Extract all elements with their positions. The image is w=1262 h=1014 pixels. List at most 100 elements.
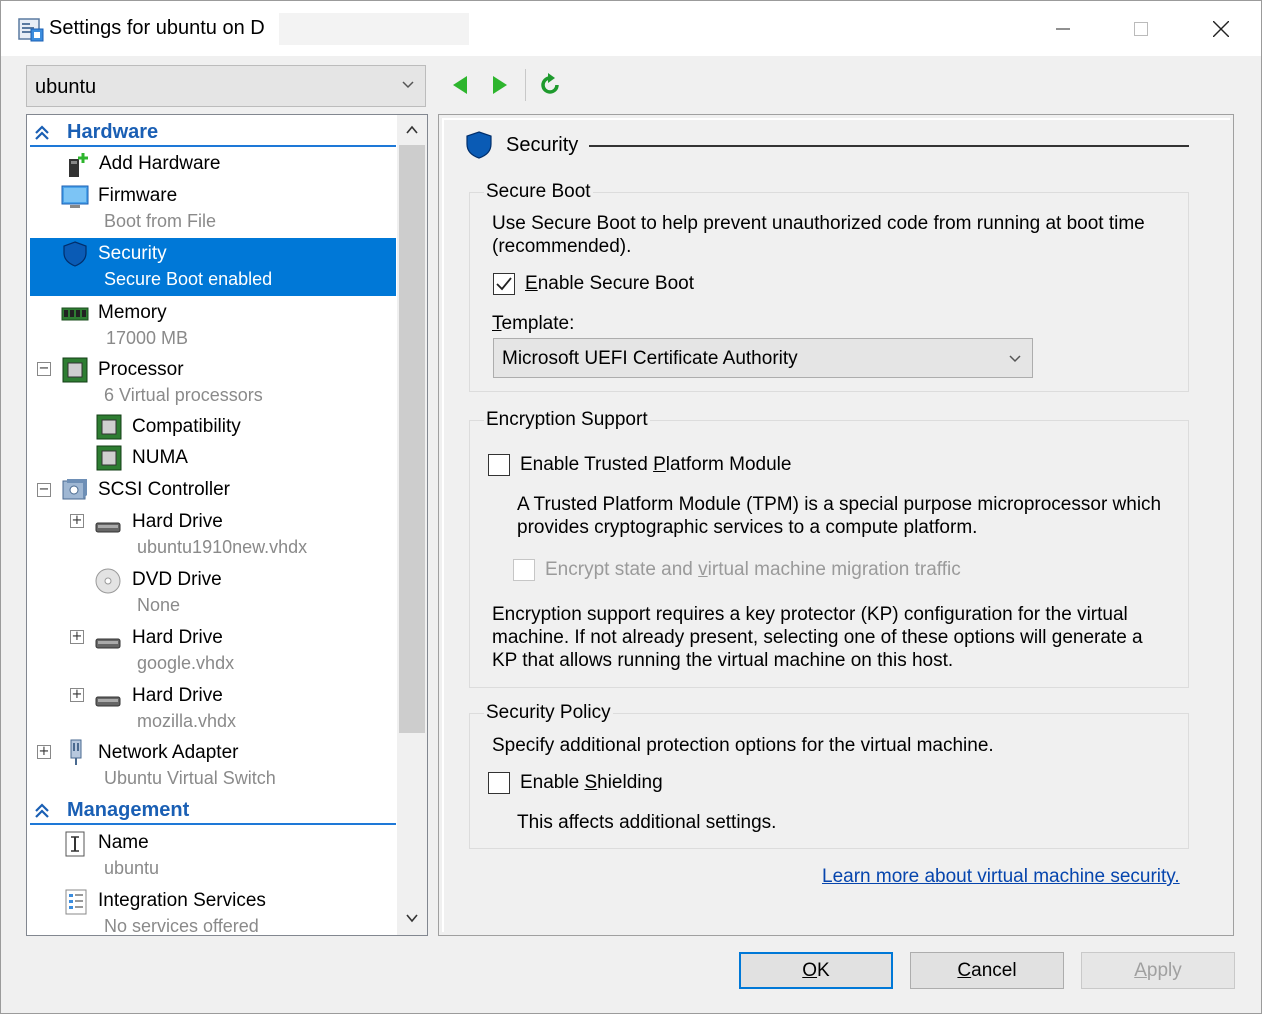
enable-shielding-label[interactable]: Enable Shielding [520, 771, 663, 794]
processor-icon [96, 414, 122, 440]
vm-selector-dropdown[interactable]: ubuntu [26, 65, 426, 107]
hard-drive-icon [95, 522, 121, 533]
kp-description-line1: Encryption support requires a key protec… [492, 604, 1128, 625]
tree-scrollbar[interactable] [397, 115, 427, 935]
expand-expander[interactable]: + [70, 688, 84, 702]
hardware-header-label: Hardware [67, 121, 159, 143]
tree-item-label: SCSI Controller [98, 479, 230, 500]
tree-item-sublabel: Secure Boot enabled [104, 269, 273, 289]
enable-secure-boot-label[interactable]: Enable Secure Boot [525, 272, 694, 295]
security-policy-description: Specify additional protection options fo… [492, 735, 994, 756]
tree-item-label: Add Hardware [99, 153, 221, 174]
panel-title: Security [506, 134, 579, 156]
name-field-icon [65, 831, 85, 857]
processor-icon [62, 357, 88, 383]
close-button[interactable] [1181, 1, 1261, 56]
settings-app-icon [18, 18, 44, 42]
tree-item-label: DVD Drive [132, 569, 222, 590]
tree-item-hard-drive-3[interactable]: + Hard Drive mozilla.vhdx [30, 681, 396, 735]
maximize-icon [1134, 21, 1148, 36]
kp-description-line3: KP that allows running the virtual machi… [492, 650, 954, 671]
collapse-expander[interactable]: − [37, 483, 51, 497]
group-title: Encryption Support [484, 409, 650, 431]
refresh-icon[interactable] [537, 71, 563, 99]
group-title: Secure Boot [484, 181, 593, 203]
tree-item-add-hardware[interactable]: Add Hardware [30, 149, 396, 179]
tree-item-numa[interactable]: NUMA [30, 444, 396, 474]
expand-expander[interactable]: + [37, 745, 51, 759]
shielding-note: This affects additional settings. [517, 812, 777, 833]
learn-more-security-link[interactable]: Learn more about virtual machine securit… [822, 866, 1180, 888]
tree-item-memory[interactable]: Memory 17000 MB [30, 298, 396, 352]
tree-item-sublabel: mozilla.vhdx [137, 711, 237, 731]
add-hardware-icon [69, 153, 88, 177]
tree-item-name[interactable]: Name ubuntu [30, 828, 396, 882]
vm-selector-value: ubuntu [35, 76, 97, 98]
tree-item-integration-services[interactable]: Integration Services No services offered [30, 886, 396, 935]
hard-drive-icon [95, 696, 121, 707]
tree-item-processor[interactable]: − Processor 6 Virtual processors [30, 355, 396, 409]
previous-icon[interactable] [447, 71, 473, 99]
enable-tpm-label[interactable]: Enable Trusted Platform Module [520, 453, 791, 476]
enable-secure-boot-checkbox[interactable] [493, 273, 515, 295]
tree-item-dvd-drive[interactable]: DVD Drive None [30, 565, 396, 619]
window-title: Settings for ubuntu on D [49, 17, 265, 39]
tpm-description-line1: A Trusted Platform Module (TPM) is a spe… [517, 494, 1162, 515]
tree-item-compatibility[interactable]: Compatibility [30, 413, 396, 443]
maximize-button[interactable] [1101, 1, 1181, 56]
secure-boot-description-line2: (recommended). [492, 236, 632, 257]
redacted-title-area [279, 13, 469, 45]
tree-item-sublabel: Ubuntu Virtual Switch [104, 768, 276, 788]
tree-item-sublabel: ubuntu [104, 858, 160, 878]
minimize-button[interactable] [1023, 1, 1103, 56]
tree-item-scsi-controller[interactable]: − SCSI Controller [30, 475, 396, 505]
collapse-expander[interactable]: − [37, 362, 51, 376]
tree-item-sublabel: None [137, 595, 181, 615]
encryption-support-group: Encryption Support Enable Trusted Platfo… [469, 409, 1189, 688]
title-divider [589, 145, 1189, 147]
collapse-section-icon [35, 125, 49, 140]
collapse-section-icon [35, 803, 49, 818]
tree-item-network-adapter[interactable]: + Network Adapter Ubuntu Virtual Switch [30, 738, 396, 794]
tree-item-sublabel: 6 Virtual processors [104, 385, 263, 405]
tree-item-sublabel: 17000 MB [106, 328, 189, 348]
template-value: Microsoft UEFI Certificate Authority [502, 348, 798, 369]
expand-expander[interactable]: + [70, 514, 84, 528]
enable-tpm-checkbox[interactable] [488, 454, 510, 476]
tree-item-label: Hard Drive [132, 511, 223, 532]
security-policy-group: Security Policy Specify additional prote… [469, 702, 1189, 849]
cancel-button[interactable]: Cancel [910, 952, 1064, 989]
expand-expander[interactable]: + [70, 630, 84, 644]
settings-window: Settings for ubuntu on D ubuntu Hardware [0, 0, 1262, 1014]
processor-icon [96, 445, 122, 471]
tree-item-label: Memory [98, 302, 167, 323]
ok-button[interactable]: OK [739, 952, 893, 989]
encrypt-state-checkbox[interactable] [513, 559, 535, 581]
hard-drive-icon [95, 638, 121, 649]
tree-item-label: NUMA [132, 447, 188, 468]
close-icon [1213, 20, 1229, 37]
encrypt-state-label: Encrypt state and virtual machine migrat… [545, 559, 961, 580]
tree-item-sublabel: google.vhdx [137, 653, 235, 673]
scrollbar-thumb[interactable] [399, 145, 425, 733]
tree-item-security[interactable]: Security Secure Boot enabled [30, 238, 396, 296]
network-adapter-icon [70, 739, 82, 765]
apply-button[interactable]: Apply [1081, 952, 1235, 989]
checkmark-icon [496, 277, 512, 291]
chevron-up-icon[interactable] [405, 123, 419, 137]
tree-item-label: Hard Drive [132, 627, 223, 648]
tree-item-hard-drive-2[interactable]: + Hard Drive google.vhdx [30, 623, 396, 677]
next-icon[interactable] [487, 71, 513, 99]
enable-shielding-checkbox[interactable] [488, 772, 510, 794]
hardware-section-header[interactable]: Hardware [30, 117, 396, 147]
security-settings-panel: Security Secure Boot Use Secure Boot to … [438, 114, 1234, 936]
toolbar-separator [525, 69, 526, 101]
management-section-header[interactable]: Management [30, 795, 396, 825]
template-dropdown[interactable]: Microsoft UEFI Certificate Authority [493, 338, 1033, 378]
settings-tree: Hardware Add Hardware Firmware Boot from… [26, 114, 428, 936]
tree-item-hard-drive-1[interactable]: + Hard Drive ubuntu1910new.vhdx [30, 507, 396, 561]
shield-icon [63, 241, 87, 267]
tree-item-firmware[interactable]: Firmware Boot from File [30, 181, 396, 235]
chevron-down-icon[interactable] [405, 911, 419, 925]
shield-icon [466, 131, 492, 159]
